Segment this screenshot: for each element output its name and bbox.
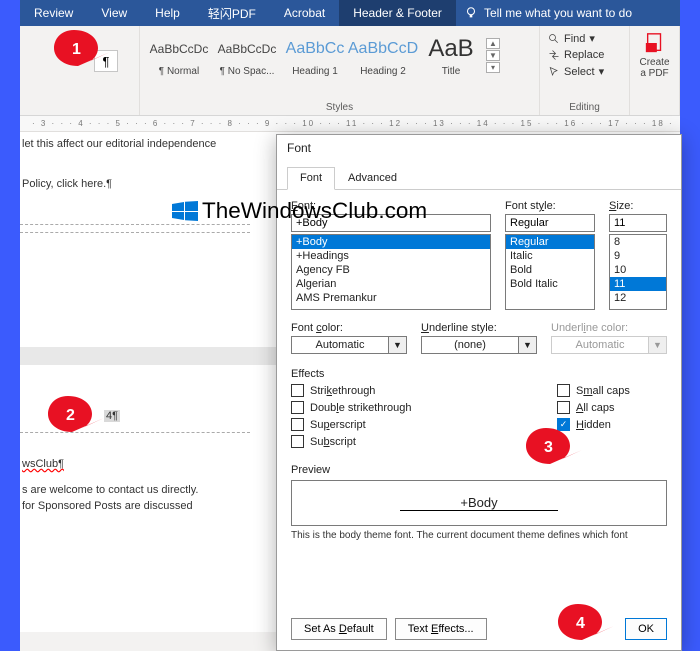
lightbulb-icon <box>464 6 478 20</box>
doc-line: s are welcome to contact us directly. <box>22 484 198 496</box>
callout-3: 3 <box>526 428 596 472</box>
list-item[interactable]: 9 <box>610 249 666 263</box>
list-item[interactable]: 12 <box>610 291 666 305</box>
preview-label: Preview <box>291 464 667 476</box>
superscript-checkbox[interactable]: Superscript <box>291 416 557 433</box>
callout-4: 4 <box>558 604 628 648</box>
fontcolor-dropdown[interactable]: Automatic▼ <box>291 336 407 354</box>
underlinecolor-dropdown: Automatic▼ <box>551 336 667 354</box>
search-icon <box>548 33 560 45</box>
list-item[interactable]: Italic <box>506 249 594 263</box>
tell-me[interactable]: Tell me what you want to do <box>456 6 640 20</box>
tell-me-label: Tell me what you want to do <box>484 6 632 20</box>
svg-text:2: 2 <box>66 407 75 424</box>
ribbon-tabs: Review View Help 轻闪PDF Acrobat Header & … <box>20 0 680 26</box>
create-pdf-icon[interactable] <box>644 32 666 54</box>
tab-review[interactable]: Review <box>20 0 87 26</box>
fontcolor-label: Font color: <box>291 322 407 334</box>
windows-logo-icon <box>172 201 198 221</box>
list-item[interactable]: Regular <box>506 235 594 249</box>
styles-gallery-toggle[interactable]: ▲▼▾ <box>486 38 500 77</box>
preview-box: +Body <box>291 480 667 526</box>
size-listbox[interactable]: 8 9 10 11 12 <box>609 234 667 310</box>
underlinecolor-label: Underline color: <box>551 322 667 334</box>
adobe-create-label: Create <box>636 57 673 68</box>
size-input[interactable] <box>609 214 667 232</box>
list-item[interactable]: 8 <box>610 235 666 249</box>
callout-1: 1 <box>54 30 124 74</box>
strikethrough-checkbox[interactable]: Strikethrough <box>291 382 557 399</box>
double-strikethrough-checkbox[interactable]: Double strikethrough <box>291 399 557 416</box>
font-listbox[interactable]: +Body +Headings Agency FB Algerian AMS P… <box>291 234 491 310</box>
find-button[interactable]: Find ▾ <box>546 30 623 47</box>
tab-view[interactable]: View <box>87 0 141 26</box>
underlinestyle-dropdown[interactable]: (none)▼ <box>421 336 537 354</box>
replace-icon <box>548 49 560 61</box>
dialog-tabs: Font Advanced <box>277 167 681 190</box>
tab-advanced[interactable]: Advanced <box>335 167 410 189</box>
list-item[interactable]: Bold Italic <box>506 277 594 291</box>
list-item[interactable]: Agency FB <box>292 263 490 277</box>
chevron-down-icon: ▼ <box>389 336 407 354</box>
list-item[interactable]: +Headings <box>292 249 490 263</box>
svg-text:4: 4 <box>576 615 585 632</box>
editing-label: Editing <box>540 102 629 113</box>
fontstyle-listbox[interactable]: Regular Italic Bold Bold Italic <box>505 234 595 310</box>
fontstyle-input[interactable] <box>505 214 595 232</box>
styles-label: Styles <box>140 102 539 113</box>
tab-help[interactable]: Help <box>141 0 194 26</box>
adobe-group: Create a PDF <box>630 26 680 115</box>
cursor-icon <box>548 66 560 78</box>
effects-label: Effects <box>291 368 667 380</box>
dialog-title: Font <box>277 135 681 161</box>
svg-text:1: 1 <box>72 41 81 58</box>
list-item[interactable]: Algerian <box>292 277 490 291</box>
svg-text:3: 3 <box>544 439 553 456</box>
style-normal[interactable]: AaBbCcDc¶ Normal <box>146 32 212 77</box>
select-button[interactable]: Select ▾ <box>546 63 623 80</box>
list-item[interactable]: 11 <box>610 277 666 291</box>
tab-acrobat[interactable]: Acrobat <box>270 0 339 26</box>
tab-font[interactable]: Font <box>287 167 335 190</box>
doc-line: for Sponsored Posts are discussed <box>22 500 193 512</box>
tab-header-footer[interactable]: Header & Footer <box>339 0 456 26</box>
list-item[interactable]: +Body <box>292 235 490 249</box>
subscript-checkbox[interactable]: Subscript <box>291 433 557 450</box>
style-title[interactable]: AaBTitle <box>418 32 484 77</box>
style-heading1[interactable]: AaBbCcHeading 1 <box>282 32 348 77</box>
editing-group: Find ▾ Replace Select ▾ Editing <box>540 26 630 115</box>
underlinestyle-label: Underline style: <box>421 322 537 334</box>
set-default-button[interactable]: Set As Default <box>291 618 387 640</box>
replace-button[interactable]: Replace <box>546 47 623 63</box>
tab-pdf[interactable]: 轻闪PDF <box>194 0 270 26</box>
adobe-pdf-label: a PDF <box>636 68 673 79</box>
list-item[interactable]: Bold <box>506 263 594 277</box>
allcaps-checkbox[interactable]: All caps <box>557 399 667 416</box>
doc-line: wsClub¶ <box>22 458 64 470</box>
smallcaps-checkbox[interactable]: Small caps <box>557 382 667 399</box>
ruler[interactable]: · 3 · · · 4 · · · 5 · · · 6 · · · 7 · · … <box>20 116 680 132</box>
callout-2: 2 <box>48 396 118 440</box>
doc-line: let this affect our editorial independen… <box>22 138 216 150</box>
size-label: Size: <box>609 200 667 212</box>
chevron-down-icon: ▼ <box>649 336 667 354</box>
watermark: TheWindowsClub.com <box>172 198 427 224</box>
chevron-down-icon: ▼ <box>519 336 537 354</box>
watermark-text: TheWindowsClub.com <box>202 198 427 224</box>
list-item[interactable]: 10 <box>610 263 666 277</box>
preview-desc: This is the body theme font. The current… <box>291 530 667 541</box>
fontstyle-label: Font style: <box>505 200 595 212</box>
style-heading2[interactable]: AaBbCcDHeading 2 <box>350 32 416 77</box>
doc-line: Policy, click here.¶ <box>22 178 112 190</box>
style-nospacing[interactable]: AaBbCcDc¶ No Spac... <box>214 32 280 77</box>
list-item[interactable]: AMS Premankur <box>292 291 490 305</box>
text-effects-button[interactable]: Text Effects... <box>395 618 487 640</box>
ok-button[interactable]: OK <box>625 618 667 640</box>
styles-group: AaBbCcDc¶ Normal AaBbCcDc¶ No Spac... Aa… <box>140 26 540 115</box>
